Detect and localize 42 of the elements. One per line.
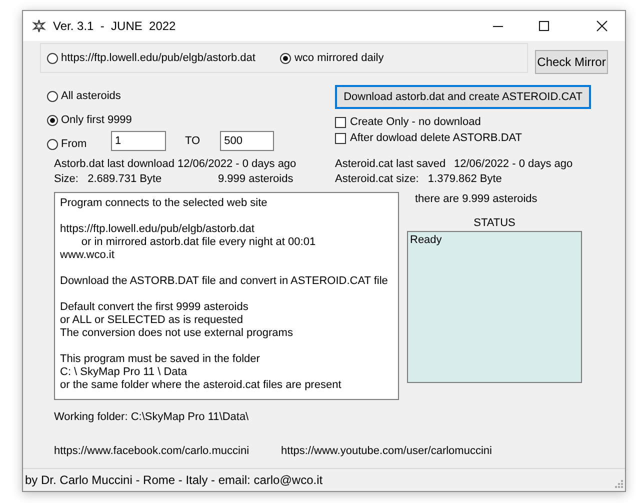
radio-dot-icon[interactable]	[47, 114, 58, 126]
asteroid-count: 9.999 asteroids	[218, 173, 294, 185]
radio-dot-icon[interactable]	[47, 138, 58, 150]
saved-label: Asteroid.cat last saved	[335, 158, 447, 170]
description-paragraph: Program connects to the selected web site	[60, 197, 268, 210]
to-field[interactable]: 500	[220, 131, 274, 151]
check-mirror-button[interactable]: Check Mirror	[535, 50, 608, 74]
radio-dot-icon[interactable]	[47, 90, 58, 102]
close-icon[interactable]	[596, 20, 608, 32]
source-radio[interactable]: https://ftp.lowell.edu/pub/elgb/astorb.dat	[47, 52, 256, 64]
option-checkbox[interactable]: Create Only - no download	[335, 114, 591, 130]
checkbox-icon[interactable]	[335, 132, 346, 144]
maximize-icon[interactable]	[538, 20, 550, 32]
download-button[interactable]: Download astorb.dat and create ASTEROID.CAT	[335, 85, 591, 109]
status-label: STATUS	[472, 217, 516, 229]
web-link[interactable]: https://www.youtube.com/user/carlomuccini	[281, 445, 492, 457]
radio-dot-icon[interactable]	[280, 52, 292, 64]
web-link[interactable]: https://www.facebook.com/carlo.muccini	[54, 445, 250, 457]
source-radio[interactable]: wco mirrored daily	[280, 52, 384, 64]
description-paragraph: Download the ASTORB.DAT file and convert in ASTEROID.CAT file	[60, 275, 389, 288]
status-text: Ready	[410, 234, 442, 246]
description-paragraph: Default convert the first 9999 asteroids or ALL or SELECTED as is requested The conversion does not use external programs	[60, 301, 294, 340]
author-text: by Dr. Carlo Muccini - Rome - Italy - email: carlo@wco.it	[25, 473, 324, 487]
to-label: TO	[185, 135, 200, 147]
option-checkbox[interactable]: After dowload delete ASTORB.DAT	[335, 130, 591, 146]
radio-dot-icon[interactable]	[47, 52, 58, 64]
app-icon	[31, 18, 47, 34]
from-field[interactable]: 1	[111, 131, 166, 151]
description-paragraph: This program must be saved in the folder C: \ SkyMap Pro 11 \ Data or the same folder where the asteroid.cat files are present	[60, 353, 342, 392]
asteroid-total: there are 9.999 asteroids	[415, 193, 538, 205]
saved-date: 12/06/2022 - 0 days ago	[454, 158, 573, 170]
range-radio[interactable]: All asteroids	[47, 84, 121, 108]
checkbox-icon[interactable]	[335, 116, 346, 128]
catalog-size: Asteroid.cat size: 1.379.862 Byte	[335, 173, 503, 185]
file-size: Size: 2.689.731 Byte	[54, 173, 163, 185]
window-title: Ver. 3.1 - JUNE 2022	[53, 19, 176, 33]
range-radio[interactable]: From	[47, 132, 87, 156]
description-paragraph: https://ftp.lowell.edu/pub/elgb/astorb.dat or in mirrored astorb.dat file every night at 00:01 www.wco.it	[60, 223, 317, 262]
resize-grip-icon[interactable]	[615, 480, 623, 488]
working-folder: Working folder: C:\SkyMap Pro 11\Data\	[54, 411, 250, 423]
download-info: Astorb.dat last download 12/06/2022 - 0 days ago	[54, 158, 298, 170]
range-radio[interactable]: Only first 9999	[47, 108, 132, 132]
